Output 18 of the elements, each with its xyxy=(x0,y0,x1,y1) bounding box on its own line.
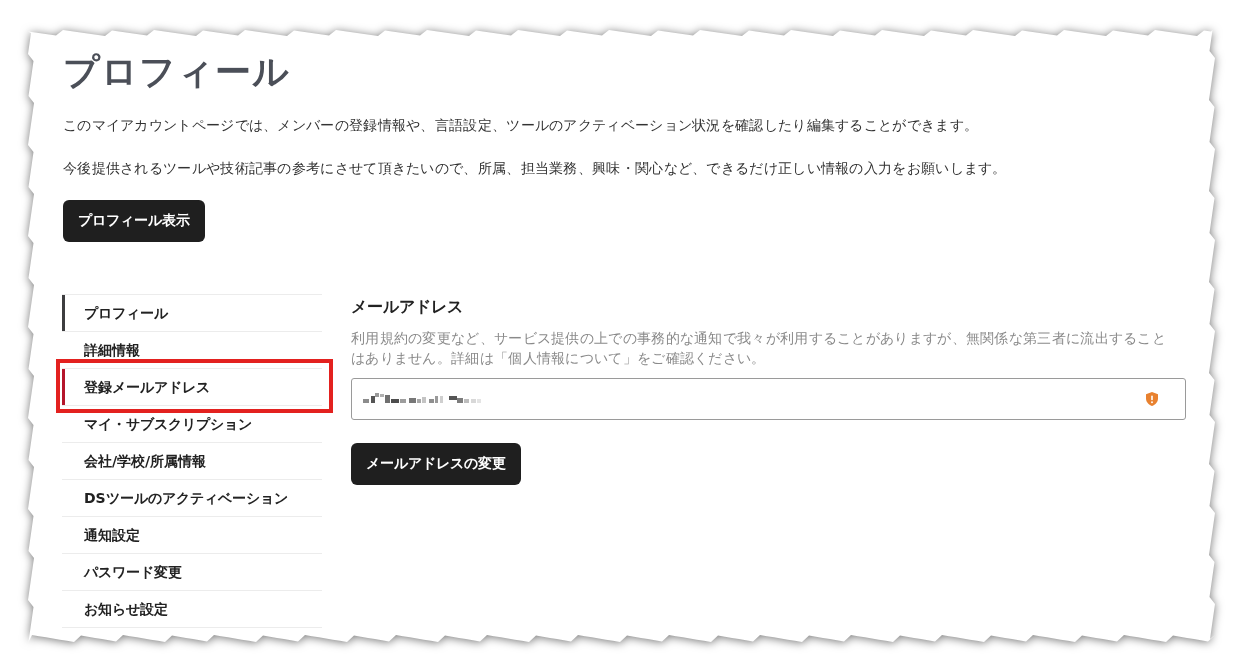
sidebar-item[interactable]: 通知設定 xyxy=(62,516,322,553)
intro-text: このマイアカウントページでは、メンバーの登録情報や、言語設定、ツールのアクティベーション状況を確認したり編集することができます。 xyxy=(63,116,980,135)
section-description: 利用規約の変更など、サービス提供の上での事務的な通知で我々が利用することがありますが、無関係な第三者に流出することはありません。詳細は「個人情報について」をご確認ください。 xyxy=(351,329,1168,368)
intro-text: 今後提供されるツールや技術記事の参考にさせて頂きたいので、所属、担当業務、興味・関心など、できるだけ正しい情報の入力をお願いします。 xyxy=(63,159,1008,178)
section-heading: メールアドレス xyxy=(351,296,463,318)
sidebar-item[interactable]: 登録メールアドレス xyxy=(62,368,322,405)
sidebar-item[interactable]: 会社/学校/所属情報 xyxy=(62,442,322,479)
page-title: プロフィール xyxy=(63,50,291,94)
sidebar-item[interactable]: マイ・サブスクリプション xyxy=(62,405,322,442)
change-email-button[interactable]: メールアドレスの変更 xyxy=(351,443,521,485)
sidebar-item[interactable]: DSツールのアクティベーション xyxy=(62,479,322,516)
sidebar-item[interactable]: 詳細情報 xyxy=(62,331,322,368)
shield-alert-icon[interactable] xyxy=(1146,392,1158,406)
sidebar-item[interactable]: お知らせ設定 xyxy=(62,590,322,627)
sidebar-item[interactable]: プロフィール xyxy=(62,294,322,331)
sidebar-item[interactable]: パスワード変更 xyxy=(62,553,322,590)
view-profile-button[interactable]: プロフィール表示 xyxy=(63,200,205,242)
email-input-field[interactable] xyxy=(351,378,1186,420)
